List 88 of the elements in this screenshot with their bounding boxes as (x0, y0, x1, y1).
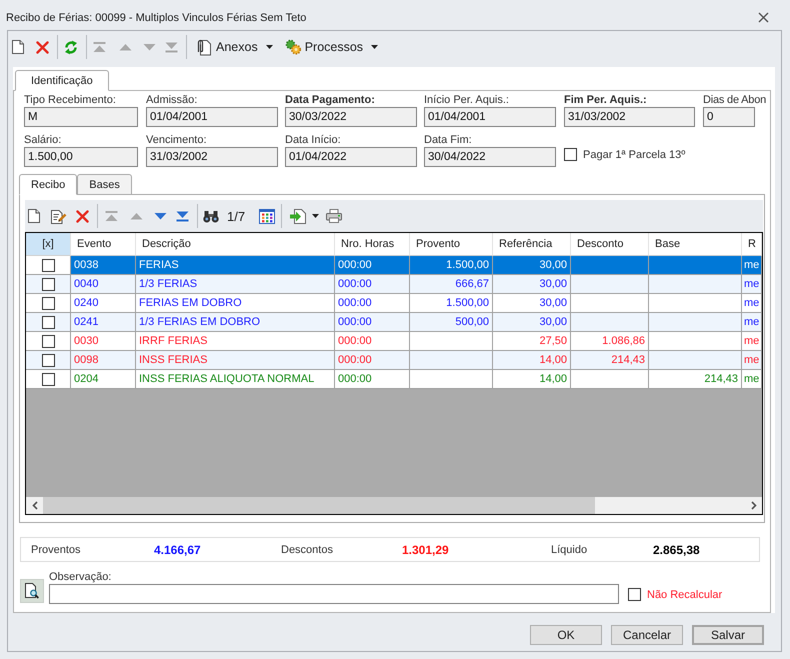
dropdown-menu-button[interactable]: Processos (284, 35, 378, 59)
checkbox[interactable] (42, 354, 54, 366)
column-header[interactable]: Descrição (136, 233, 335, 256)
tab[interactable]: Identificação (15, 70, 109, 91)
table-grid-icon[interactable] (259, 208, 276, 224)
horizontal-scrollbar[interactable] (26, 497, 762, 514)
checkbox[interactable] (42, 296, 54, 310)
total-label: Líquido (551, 544, 588, 556)
text-field[interactable]: 01/04/2022 (285, 147, 417, 167)
checkbox[interactable] (42, 258, 54, 272)
column-header[interactable]: Base (649, 233, 742, 256)
text-field[interactable]: M (24, 107, 138, 127)
chevron-right-icon[interactable] (750, 501, 756, 510)
total-label: Proventos (31, 544, 82, 556)
triangle-down-icon[interactable] (154, 210, 167, 222)
record-counter: 1/7 (227, 208, 246, 224)
checkbox-label[interactable]: Não Recalcular (647, 588, 722, 600)
field-label: Admissão: (146, 94, 198, 107)
field-label: Data Início: (285, 134, 341, 147)
column-header[interactable]: Referência (493, 233, 571, 256)
field-label: Data Fim: (424, 134, 472, 147)
document-icon[interactable] (28, 209, 40, 223)
total-value: 4.166,67 (154, 542, 202, 556)
document-arrow-icon[interactable] (290, 208, 306, 224)
field-label: Observação: (49, 571, 112, 584)
text-field[interactable]: 01/04/2001 (424, 107, 556, 127)
text-field[interactable]: 31/03/2002 (146, 147, 278, 167)
field-label: Vencimento: (146, 134, 207, 147)
document-icon[interactable] (12, 40, 24, 54)
checkbox[interactable] (628, 588, 641, 601)
binoculars-icon[interactable] (203, 210, 219, 222)
save-button[interactable]: Salvar (692, 625, 764, 645)
close-icon[interactable] (758, 12, 769, 23)
checkbox[interactable] (42, 316, 54, 328)
observation-field[interactable] (49, 584, 619, 604)
field-label: Salário: (24, 134, 62, 147)
ok-button[interactable]: OK (530, 625, 602, 645)
table-row[interactable]: 0038 FERIAS 000:00 1.500,00 30,00 me (26, 256, 762, 275)
total-value: 2.865,38 (653, 542, 700, 556)
document-magnifier-icon[interactable] (25, 583, 39, 599)
cross-icon[interactable] (36, 40, 49, 54)
scrollbar-thumb[interactable] (43, 497, 595, 514)
text-field[interactable]: 30/04/2022 (424, 147, 556, 167)
cross-icon[interactable] (76, 210, 89, 222)
text-field[interactable]: 01/04/2001 (146, 107, 278, 127)
table-row[interactable]: 0241 1/3 FERIAS EM DOBRO 000:00 500,00 30,00 me (26, 313, 762, 332)
cancel-button[interactable]: Cancelar (611, 625, 683, 645)
checkbox-label[interactable]: Pagar 1ª Parcela 13º (583, 148, 686, 160)
table-row[interactable]: 0040 1/3 FERIAS 000:00 666,67 30,00 me (26, 275, 762, 294)
column-header[interactable]: Provento (410, 233, 493, 256)
gears-icon[interactable] (284, 39, 302, 55)
field-label: Início Per. Aquis.: (424, 94, 509, 107)
column-header[interactable]: Desconto (571, 233, 649, 256)
column-header[interactable]: R (742, 233, 762, 256)
checkbox[interactable] (42, 278, 54, 290)
caret-icon[interactable] (266, 45, 273, 49)
table-row[interactable]: 0030 IRRF FERIAS 000:00 27,50 1.086,86 me (26, 332, 762, 351)
text-field[interactable]: 30/03/2022 (285, 107, 417, 127)
column-header[interactable]: Evento (71, 233, 136, 256)
table-row[interactable]: 0240 FERIAS EM DOBRO 000:00 1.500,00 30,00 me (26, 294, 762, 313)
text-field[interactable]: 0 (703, 107, 755, 127)
chevron-left-icon[interactable] (32, 501, 38, 510)
paperclip-document-icon[interactable] (195, 38, 212, 56)
field-label: Tipo Recebimento: (24, 94, 116, 107)
document-pencil-icon[interactable] (51, 208, 67, 224)
total-label: Descontos (281, 544, 334, 556)
caret-icon[interactable] (312, 214, 320, 218)
dropdown-menu-button[interactable]: Anexos (195, 35, 273, 59)
caret-icon[interactable] (371, 45, 378, 49)
column-header[interactable]: Nro. Horas (335, 233, 410, 256)
search-button[interactable] (20, 579, 44, 603)
checkbox[interactable] (42, 334, 54, 348)
text-field[interactable]: 1.500,00 (24, 147, 138, 167)
total-value: 1.301,29 (402, 542, 450, 556)
field-label: Dias de Abon (703, 94, 766, 107)
table-row[interactable]: 0204 INSS FERIAS ALIQUOTA NORMAL 000:00 14,00 214,43 me (26, 370, 762, 389)
triangle-down-bar-icon[interactable] (176, 210, 189, 222)
tab[interactable]: Recibo (19, 174, 78, 195)
field-label: Data Pagamento: (285, 94, 375, 107)
checkbox[interactable] (564, 148, 577, 161)
tab[interactable]: Bases (77, 174, 132, 195)
checkbox[interactable] (42, 372, 54, 386)
field-label: Fim Per. Aquis.: (564, 94, 647, 107)
window-title: Recibo de Férias: 00099 - Multiplos Vinculos Férias Sem Teto (6, 12, 306, 24)
text-field[interactable]: 31/03/2002 (564, 107, 695, 127)
refresh-icon[interactable] (64, 40, 78, 54)
column-header[interactable]: [x] (26, 233, 71, 256)
printer-icon[interactable] (326, 209, 342, 223)
